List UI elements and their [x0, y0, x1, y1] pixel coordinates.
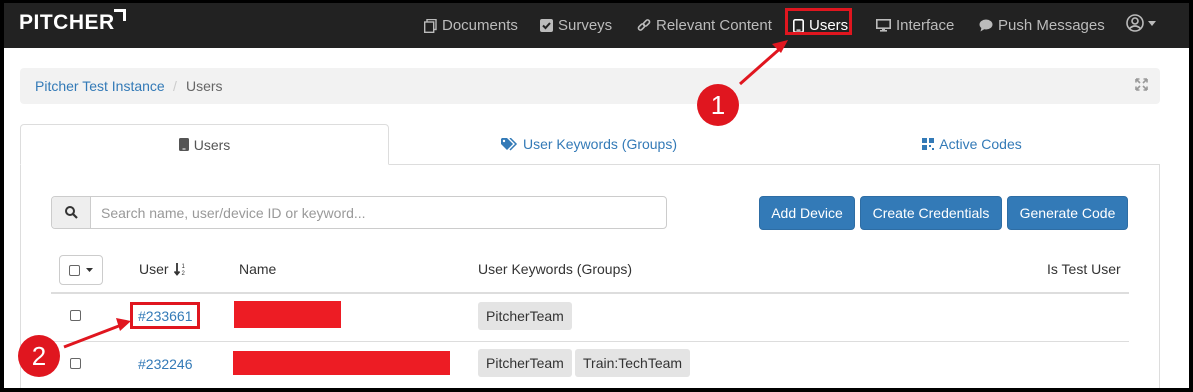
- step-marker-1: 1: [697, 84, 739, 126]
- search-icon: [64, 206, 78, 219]
- select-all-dropdown[interactable]: [59, 255, 103, 285]
- documents-icon: [424, 18, 437, 33]
- qr-grid-icon: [922, 138, 935, 150]
- nav-surveys[interactable]: Surveys: [540, 3, 612, 48]
- tab-user-keywords-label: User Keywords (Groups): [522, 136, 678, 152]
- svg-text:2: 2: [181, 271, 185, 276]
- monitor-icon: [876, 19, 891, 32]
- user-menu-dropdown[interactable]: [1126, 14, 1156, 32]
- highlight-box-users-nav: [785, 8, 852, 35]
- svg-text:1: 1: [181, 264, 185, 270]
- tab-users-label: Users: [193, 136, 231, 153]
- breadcrumb-separator: /: [173, 78, 177, 94]
- nav-relevant-content[interactable]: Relevant Content: [637, 3, 772, 48]
- expand-icon[interactable]: [1135, 78, 1148, 91]
- tablet-icon: [178, 138, 189, 151]
- nav-documents-label: Documents: [442, 16, 518, 34]
- nav-interface-label: Interface: [896, 16, 955, 34]
- link-icon: [637, 18, 651, 31]
- user-circle-icon: [1126, 14, 1144, 32]
- keyword-tag: PitcherTeam: [478, 302, 572, 330]
- user-id-link[interactable]: #232246: [138, 356, 193, 372]
- brand-mark-icon: [114, 9, 126, 21]
- caret-down-icon: [86, 268, 93, 272]
- create-credentials-button[interactable]: Create Credentials: [860, 196, 1002, 230]
- nav-documents[interactable]: Documents: [424, 3, 518, 48]
- column-user-label: User: [139, 261, 169, 277]
- nav-push-messages[interactable]: Push Messages: [979, 3, 1105, 48]
- redacted-name: [234, 301, 341, 328]
- nav-surveys-label: Surveys: [558, 16, 613, 34]
- tab-user-keywords[interactable]: User Keywords (Groups): [394, 124, 784, 164]
- breadcrumb-instance-link[interactable]: Pitcher Test Instance: [35, 78, 165, 94]
- search-input[interactable]: [91, 197, 666, 228]
- generate-code-button[interactable]: Generate Code: [1007, 196, 1128, 230]
- breadcrumb: Pitcher Test Instance / Users: [20, 68, 1160, 104]
- highlight-box-user-id: [130, 302, 200, 329]
- tab-active-codes-label: Active Codes: [939, 136, 1022, 152]
- search-bar: [51, 196, 667, 229]
- top-navbar: PITCHER Documents Surveys Relevant Conte…: [4, 3, 1189, 48]
- nav-push-messages-label: Push Messages: [998, 16, 1105, 34]
- keyword-tag: PitcherTeam: [478, 349, 572, 377]
- search-button[interactable]: [52, 197, 91, 228]
- nav-interface[interactable]: Interface: [876, 3, 954, 48]
- check-square-icon: [540, 19, 553, 32]
- nav-relevant-content-label: Relevant Content: [656, 16, 772, 34]
- column-user-keywords[interactable]: User Keywords (Groups): [478, 261, 632, 277]
- redacted-name: [233, 351, 450, 375]
- caret-down-icon: [1148, 20, 1156, 26]
- tab-active-codes[interactable]: Active Codes: [784, 124, 1160, 164]
- add-device-button[interactable]: Add Device: [759, 196, 855, 230]
- app-frame: PITCHER Documents Surveys Relevant Conte…: [4, 3, 1189, 388]
- tab-users[interactable]: Users: [20, 124, 389, 165]
- brand-logo[interactable]: PITCHER: [19, 11, 115, 35]
- table-header-divider: [51, 292, 1129, 294]
- row-checkbox[interactable]: [70, 310, 81, 321]
- column-user[interactable]: User 12: [139, 261, 188, 277]
- step-marker-2: 2: [18, 335, 60, 377]
- column-name[interactable]: Name: [239, 261, 276, 277]
- select-all-checkbox[interactable]: [69, 264, 80, 276]
- row-checkbox[interactable]: [70, 358, 81, 369]
- chat-bubble-icon: [979, 19, 993, 32]
- tags-icon: [500, 137, 518, 151]
- table-row-divider: [51, 341, 1129, 342]
- breadcrumb-current: Users: [186, 78, 223, 94]
- sort-numeric-icon: 12: [173, 263, 185, 276]
- keyword-tag: Train:TechTeam: [575, 349, 691, 377]
- column-is-test-user[interactable]: Is Test User: [1047, 261, 1121, 277]
